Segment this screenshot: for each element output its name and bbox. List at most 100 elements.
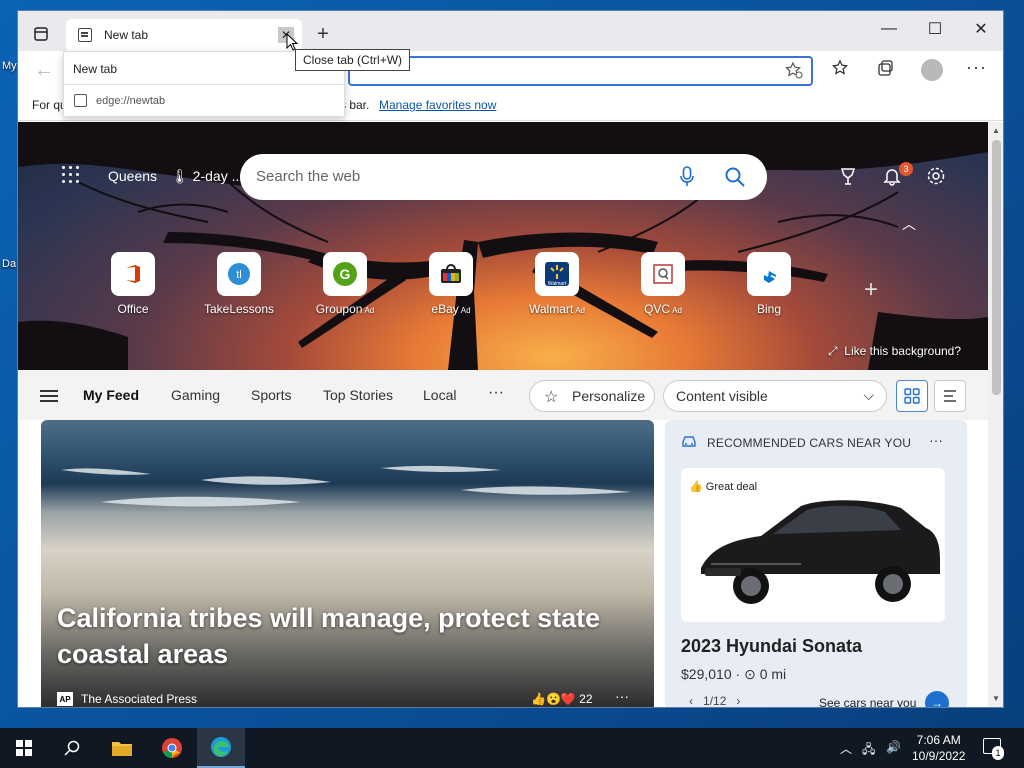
address-bar[interactable]: [348, 56, 813, 86]
taskbar: ︿ 🖧 🔊 7:06 AM 10/9/2022 1: [0, 728, 1024, 768]
ad-label: Ad: [364, 306, 375, 315]
settings-and-more-button[interactable]: ···: [966, 57, 987, 78]
start-button[interactable]: [0, 728, 48, 768]
notification-badge: 3: [899, 162, 913, 176]
like-background-label: Like this background?: [844, 344, 962, 358]
content-visibility-dropdown[interactable]: Content visible ⌵: [663, 380, 887, 412]
story-headline[interactable]: California tribes will manage, protect s…: [57, 600, 637, 672]
profile-avatar[interactable]: [921, 59, 943, 81]
manage-favorites-link[interactable]: Manage favorites now: [379, 98, 496, 112]
tab-my-feed[interactable]: My Feed: [83, 387, 139, 403]
grid-view-button[interactable]: [896, 380, 928, 412]
tab-sports[interactable]: Sports: [251, 387, 291, 403]
tab-gaming[interactable]: Gaming: [171, 387, 220, 403]
system-clock[interactable]: 7:06 AM 10/9/2022: [912, 732, 965, 764]
apps-grid-icon[interactable]: [62, 166, 80, 184]
car-image[interactable]: 👍 Great deal: [681, 468, 945, 622]
hamburger-menu-icon[interactable]: [40, 390, 58, 402]
quick-link-walmart[interactable]: Walmart Walmart Ad: [507, 252, 607, 316]
main-news-card[interactable]: California tribes will manage, protect s…: [41, 420, 654, 707]
recommended-cars-card: RECOMMENDED CARS NEAR YOU ··· 👍 Great de…: [665, 420, 967, 707]
more-tabs-button[interactable]: ···: [488, 384, 504, 402]
car-name[interactable]: 2023 Hyundai Sonata: [681, 636, 862, 657]
cars-heading: RECOMMENDED CARS NEAR YOU: [707, 436, 912, 450]
quick-link-label: Office: [117, 302, 149, 316]
ad-label: Ad: [575, 306, 586, 315]
arrow-right-button[interactable]: →: [925, 691, 949, 707]
favorites-icon[interactable]: [831, 59, 849, 77]
story-source[interactable]: AP The Associated Press: [57, 692, 197, 706]
microphone-icon[interactable]: [680, 166, 694, 188]
search-button[interactable]: [48, 728, 96, 768]
file-explorer-button[interactable]: [98, 728, 146, 768]
ebay-icon: [441, 264, 461, 283]
scroll-down-arrow-icon[interactable]: ▼: [992, 694, 1000, 703]
chevron-up-icon[interactable]: ︿: [840, 740, 852, 757]
next-chevron-icon[interactable]: ›: [736, 694, 740, 707]
new-tab-hero-background: Queens 🌡 2-day ... Search the web 3 ︿ Of…: [18, 122, 988, 370]
scroll-up-arrow-icon[interactable]: ▲: [992, 126, 1000, 135]
title-bar: New tab ✕ + — ☐ ✕: [18, 11, 1003, 51]
chrome-button[interactable]: [148, 728, 196, 768]
sparkle-star-icon: ☆: [544, 389, 559, 406]
desktop-icon-label[interactable]: Da: [2, 258, 16, 270]
tab-new-tab[interactable]: New tab ✕: [66, 19, 302, 51]
great-deal-label: Great deal: [705, 481, 758, 493]
reactions[interactable]: 👍😮❤️ 22: [531, 692, 593, 706]
quick-link-label: eBay: [431, 302, 459, 316]
gear-icon[interactable]: [926, 166, 946, 186]
quick-link-label: QVC: [644, 302, 671, 316]
desktop-icon-label[interactable]: My: [2, 60, 17, 72]
weather-widget[interactable]: 🌡 2-day ...: [171, 168, 243, 185]
add-quick-link-plus-icon[interactable]: +: [864, 276, 878, 304]
prev-chevron-icon[interactable]: ‹: [689, 694, 693, 707]
new-tab-page-icon: [78, 28, 92, 42]
tab-actions-icon: [34, 27, 48, 41]
location-label[interactable]: Queens: [108, 168, 157, 184]
odometer-icon: ⊙: [744, 666, 756, 682]
vertical-scrollbar[interactable]: ▲ ▼: [988, 122, 1003, 707]
tab-local[interactable]: Local: [423, 387, 456, 403]
search-icon[interactable]: [724, 166, 746, 188]
web-search-box[interactable]: Search the web: [240, 154, 767, 200]
like-background-link[interactable]: ⤢ Like this background?: [828, 344, 961, 359]
car-price: $29,010 · ⊙ 0 mi: [681, 666, 786, 683]
quick-link-groupon[interactable]: G Groupon Ad: [295, 252, 395, 316]
takelessons-icon: tl: [228, 263, 250, 285]
tab-actions-button[interactable]: [28, 23, 54, 45]
office-icon: [126, 265, 140, 283]
maximize-button[interactable]: ☐: [912, 15, 958, 43]
quick-link-ebay[interactable]: eBay Ad: [401, 252, 501, 316]
car-pager: ‹ 1/12 ›: [689, 694, 740, 707]
rewards-icon[interactable]: [838, 166, 858, 186]
quick-link-label: Walmart: [528, 302, 574, 316]
story-more-button[interactable]: ···: [615, 688, 629, 704]
quick-link-bing[interactable]: Bing: [719, 252, 819, 316]
favbar-text-start: For qu: [32, 98, 67, 112]
personalize-button[interactable]: ☆ Personalize: [529, 380, 655, 412]
new-tab-button[interactable]: +: [312, 23, 334, 45]
quick-link-office[interactable]: Office: [83, 252, 183, 316]
quick-link-qvc[interactable]: QVC Ad: [613, 252, 713, 316]
add-favorite-icon[interactable]: [785, 61, 803, 79]
clock-date: 10/9/2022: [912, 749, 966, 763]
ap-logo: AP: [57, 692, 73, 706]
edge-button[interactable]: [197, 728, 245, 768]
close-window-button[interactable]: ✕: [958, 15, 1003, 43]
feed-navigation-bar: My Feed Gaming Sports Top Stories Local …: [18, 370, 988, 420]
quick-link-takelessons[interactable]: tl TakeLessons: [189, 252, 289, 316]
volume-icon[interactable]: 🔊: [886, 740, 901, 754]
collections-icon[interactable]: [876, 59, 894, 77]
cars-more-button[interactable]: ···: [929, 432, 943, 448]
see-cars-link[interactable]: See cars near you: [819, 696, 916, 707]
search-placeholder: Search the web: [256, 168, 361, 185]
tab-top-stories[interactable]: Top Stories: [323, 387, 393, 403]
network-icon[interactable]: 🖧: [862, 740, 875, 761]
collapse-chevron-up-icon[interactable]: ︿: [902, 214, 916, 234]
list-view-button[interactable]: [934, 380, 966, 412]
scrollbar-thumb[interactable]: [992, 140, 1001, 395]
back-button[interactable]: ←: [34, 59, 54, 82]
car-icon: [682, 436, 696, 447]
minimize-button[interactable]: —: [866, 15, 912, 43]
quick-link-label: TakeLessons: [203, 302, 275, 316]
